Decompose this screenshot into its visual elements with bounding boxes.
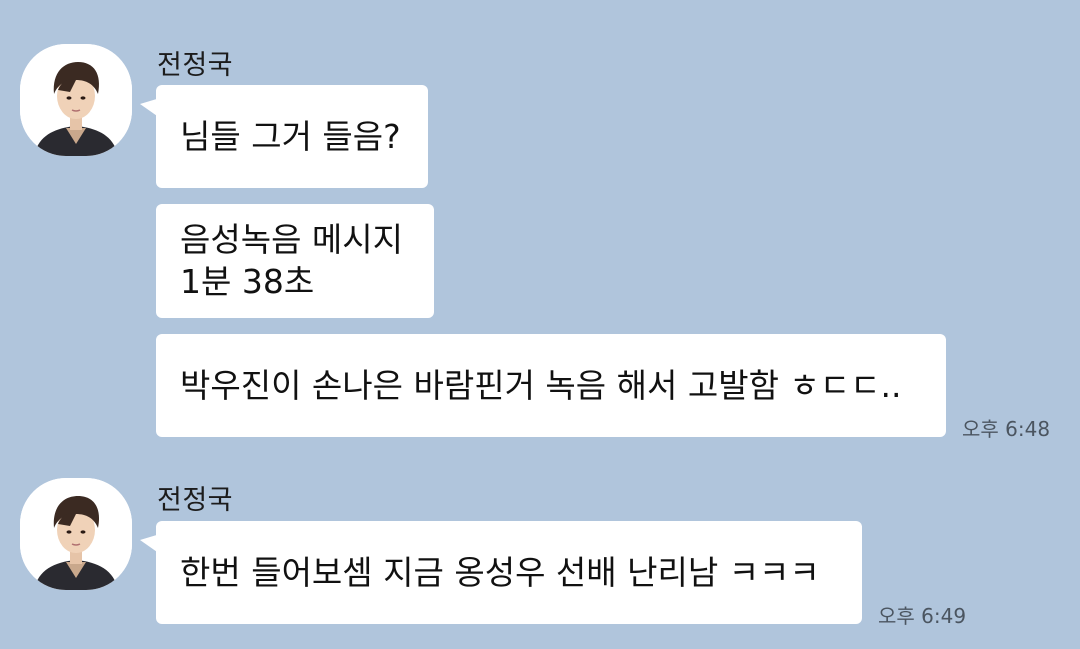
chat-area: 전정국 님들 그거 들음? 음성녹음 메시지 1분 38초 박우진이 손나은 바… xyxy=(0,0,1080,649)
message-bubble[interactable]: 박우진이 손나은 바람핀거 녹음 해서 고발함 ㅎㄷㄷ.. xyxy=(156,334,946,437)
person-photo-icon xyxy=(20,478,132,590)
sender-name: 전정국 xyxy=(157,50,234,81)
message-time: 오후 6:49 xyxy=(878,604,967,628)
sender-name: 전정국 xyxy=(157,485,234,516)
message-bubble[interactable]: 님들 그거 들음? xyxy=(156,85,428,188)
profile-avatar[interactable] xyxy=(20,478,132,590)
message-time: 오후 6:48 xyxy=(962,417,1051,441)
message-bubble[interactable]: 한번 들어보셈 지금 옹성우 선배 난리남 ㅋㅋㅋ xyxy=(156,521,862,624)
voice-message-bubble[interactable]: 음성녹음 메시지 1분 38초 xyxy=(156,204,434,318)
profile-avatar[interactable] xyxy=(20,44,132,156)
person-photo-icon xyxy=(20,44,132,156)
